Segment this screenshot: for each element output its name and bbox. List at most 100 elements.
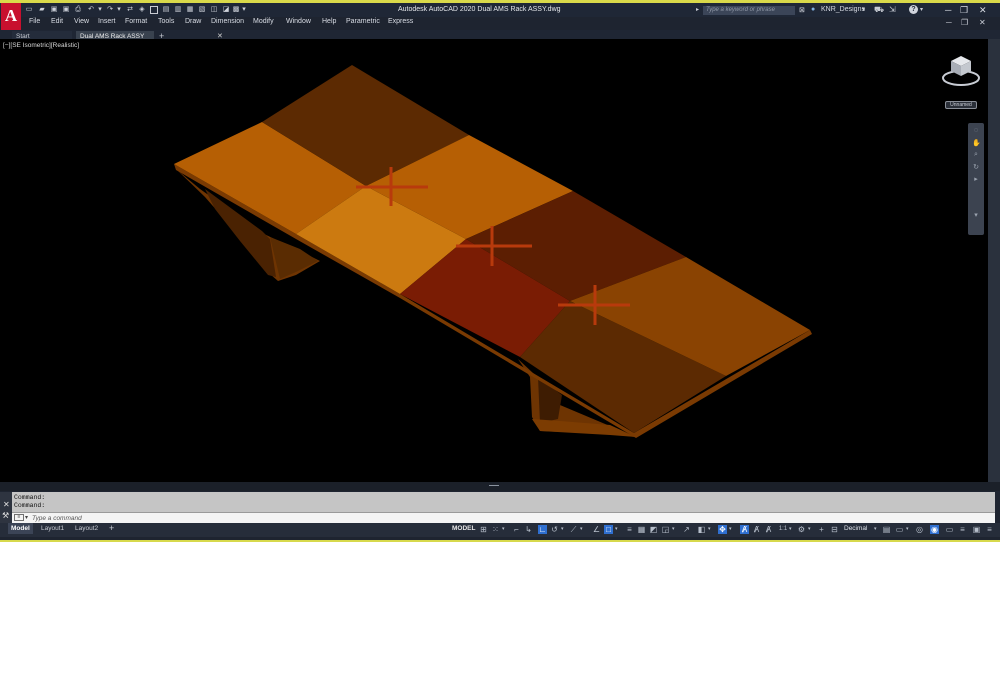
orbit-icon[interactable]: ↻ bbox=[972, 163, 980, 171]
add-layout-button[interactable]: + bbox=[106, 523, 117, 534]
xref-icon[interactable]: ◫ bbox=[210, 6, 218, 14]
menu-dimension[interactable]: Dimension bbox=[211, 18, 244, 25]
doc-close-icon[interactable]: ✕ bbox=[979, 18, 986, 27]
osnap-icon[interactable]: □ bbox=[604, 525, 613, 534]
lock-ui-icon[interactable]: ▭ bbox=[895, 525, 904, 534]
pan-icon[interactable]: ✋ bbox=[972, 139, 981, 147]
block-icon[interactable]: ▦ bbox=[186, 6, 194, 14]
menu-view[interactable]: View bbox=[74, 18, 89, 25]
menu-modify[interactable]: Modify bbox=[253, 18, 274, 25]
dynamic-input-icon[interactable]: ↳ bbox=[524, 525, 533, 534]
object-snap-tracking-icon[interactable]: ∠ bbox=[592, 525, 601, 534]
chevron-down-icon[interactable]: ▾ bbox=[862, 6, 865, 13]
menu-express[interactable]: Express bbox=[388, 18, 413, 25]
polar-icon[interactable]: ↺ bbox=[550, 525, 559, 534]
search-input[interactable]: Type a keyword or phrase bbox=[703, 6, 795, 15]
menu-file[interactable]: File bbox=[29, 18, 40, 25]
save-icon[interactable]: ▣ bbox=[50, 6, 58, 14]
zoom-icon[interactable]: ⌕ bbox=[972, 151, 980, 159]
showmotion-icon[interactable]: ▸ bbox=[972, 175, 980, 183]
image-icon[interactable]: ▧ bbox=[198, 6, 206, 14]
command-splitter[interactable] bbox=[0, 482, 1000, 491]
scale-readout[interactable]: 1:1 bbox=[777, 525, 789, 534]
chevron-down-icon[interactable]: ▾ bbox=[580, 526, 583, 532]
doc-restore-icon[interactable]: ❐ bbox=[961, 18, 968, 27]
search-expand-icon[interactable]: ▸ bbox=[696, 6, 699, 13]
chevron-down-icon[interactable]: ▾ bbox=[729, 526, 732, 532]
lineweight-icon[interactable]: ≡ bbox=[625, 525, 634, 534]
redo-icon[interactable]: ↷ bbox=[106, 6, 114, 14]
menu-tools[interactable]: Tools bbox=[158, 18, 174, 25]
save-as-icon[interactable]: ▣ bbox=[62, 6, 70, 14]
redo-dropdown-icon[interactable]: ▾ bbox=[115, 6, 123, 14]
chevron-down-icon[interactable]: ▾ bbox=[906, 526, 909, 532]
user-icon[interactable]: ● bbox=[811, 6, 815, 13]
3d-osnap-icon[interactable]: ◲ bbox=[661, 525, 670, 534]
layer-icon[interactable]: ◈ bbox=[138, 6, 146, 14]
properties-icon[interactable]: ▩ bbox=[232, 6, 240, 14]
menu-icon[interactable]: ≡ bbox=[985, 525, 994, 534]
recent-commands-icon[interactable]: ≡ bbox=[14, 514, 24, 521]
close-icon[interactable]: ✕ bbox=[979, 5, 987, 15]
isolate-icon[interactable]: ◎ bbox=[915, 525, 924, 534]
restore-icon[interactable]: ❐ bbox=[960, 5, 968, 15]
isodraft-icon[interactable]: ⟋ bbox=[569, 525, 578, 534]
transparency-icon[interactable]: ▦ bbox=[637, 525, 646, 534]
snap-icon[interactable]: ⁙ bbox=[491, 525, 500, 534]
chevron-down-icon[interactable]: ▾ bbox=[789, 526, 792, 532]
menu-draw[interactable]: Draw bbox=[185, 18, 201, 25]
tab-model[interactable]: Model bbox=[8, 523, 33, 534]
annotation-scale-icon[interactable]: Ⱥ bbox=[764, 525, 773, 534]
wcs-menu[interactable]: Unnamed bbox=[945, 101, 977, 109]
quick-properties-icon[interactable]: ▤ bbox=[882, 525, 891, 534]
workspace-gear-icon[interactable]: ⚙ bbox=[797, 525, 806, 534]
fullscreen-icon[interactable]: ▣ bbox=[972, 525, 981, 534]
undo-dropdown-icon[interactable]: ▾ bbox=[96, 6, 104, 14]
doc-minimize-icon[interactable]: ─ bbox=[946, 18, 952, 27]
chevron-down-icon[interactable]: ▾ bbox=[615, 526, 618, 532]
units-dropdown[interactable]: Decimal bbox=[844, 525, 867, 532]
steering-wheel-icon[interactable]: ◌ bbox=[972, 127, 980, 134]
wrench-icon[interactable]: ⚒ bbox=[2, 511, 9, 520]
minimize-icon[interactable]: ─ bbox=[945, 5, 951, 15]
plot-icon[interactable]: ⎙ bbox=[74, 6, 82, 14]
chevron-down-icon[interactable]: ▾ bbox=[502, 526, 505, 532]
chevron-down-icon[interactable]: ▾ bbox=[672, 526, 675, 532]
close-icon[interactable]: ✕ bbox=[3, 500, 10, 509]
viewcube[interactable] bbox=[940, 52, 982, 88]
undo-icon[interactable]: ↶ bbox=[87, 6, 95, 14]
command-input[interactable] bbox=[32, 514, 972, 523]
drawing-viewport[interactable]: [−][SE Isometric][Realistic] bbox=[0, 39, 988, 482]
open-icon[interactable]: ▰ bbox=[38, 6, 46, 14]
annotation-monitor-icon[interactable]: ⊟ bbox=[830, 525, 839, 534]
selection-cycling-icon[interactable]: ◩ bbox=[649, 525, 658, 534]
rack-model-render[interactable] bbox=[0, 39, 988, 482]
share-drawing-icon[interactable]: ⇄ bbox=[126, 6, 134, 14]
selection-filter-icon[interactable]: ◧ bbox=[697, 525, 706, 534]
chevron-down-icon[interactable]: ▾ bbox=[874, 526, 877, 532]
application-menu-button[interactable]: A bbox=[1, 3, 21, 30]
navbar-customize-icon[interactable]: ▾ bbox=[972, 211, 980, 219]
quick-access-dropdown-icon[interactable]: ▾ bbox=[240, 6, 248, 14]
help-icon[interactable]: ? bbox=[909, 5, 918, 14]
dwg-compare-icon[interactable]: ◪ bbox=[222, 6, 230, 14]
dynamic-ucs-icon[interactable]: ↗ bbox=[682, 525, 691, 534]
chevron-down-icon[interactable]: ▾ bbox=[708, 526, 711, 532]
user-name[interactable]: KNR_Designs bbox=[821, 6, 865, 13]
ortho-icon[interactable]: ∟ bbox=[538, 525, 547, 534]
chevron-down-icon[interactable]: ▾ bbox=[25, 514, 28, 521]
match-props-icon[interactable]: ▥ bbox=[174, 6, 182, 14]
quick-props-icon[interactable]: ▤ bbox=[162, 6, 170, 14]
new-icon[interactable]: ▭ bbox=[25, 6, 33, 14]
chevron-down-icon[interactable]: ▾ bbox=[808, 526, 811, 532]
annotation-visibility-icon[interactable]: Ⱥ bbox=[740, 525, 749, 534]
menu-window[interactable]: Window bbox=[286, 18, 311, 25]
tab-layout1[interactable]: Layout1 bbox=[38, 523, 67, 534]
auto-scale-icon[interactable]: Ⱥ bbox=[752, 525, 761, 534]
menu-help[interactable]: Help bbox=[322, 18, 336, 25]
tab-layout2[interactable]: Layout2 bbox=[72, 523, 101, 534]
clean-screen-icon[interactable]: ▭ bbox=[945, 525, 954, 534]
chevron-down-icon[interactable]: ▾ bbox=[561, 526, 564, 532]
binoculars-icon[interactable]: ⊠ bbox=[799, 6, 805, 14]
menu-edit[interactable]: Edit bbox=[51, 18, 63, 25]
